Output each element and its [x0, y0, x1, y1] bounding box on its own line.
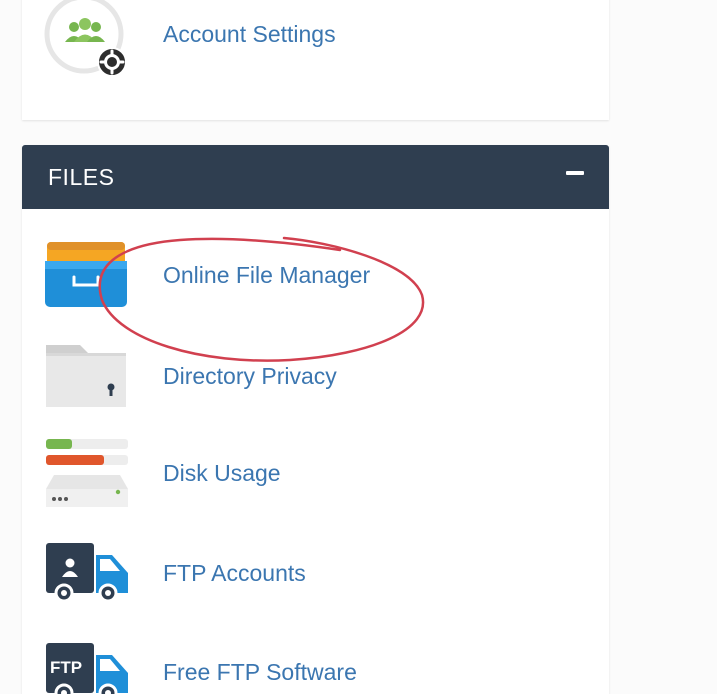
collapse-button[interactable]	[562, 163, 588, 189]
minus-icon	[566, 171, 584, 175]
ftp-accounts-icon	[46, 543, 128, 603]
disk-usage-icon	[46, 439, 128, 507]
page: Account Settings FILES Online File Manag…	[0, 0, 717, 694]
account-settings-label: Account Settings	[163, 21, 336, 47]
file-manager-icon	[45, 242, 127, 307]
files-header: FILES	[22, 145, 609, 209]
account-settings-link[interactable]: Account Settings	[44, 0, 584, 86]
files-panel: FILES Online File Manager Directory Priv…	[22, 145, 609, 694]
directory-privacy-icon	[46, 345, 126, 407]
files-item-ftp-accounts[interactable]: FTP Accounts	[44, 537, 584, 609]
files-item-label: Free FTP Software	[163, 659, 357, 685]
files-item-directory-privacy[interactable]: Directory Privacy	[44, 339, 584, 411]
svg-text:FTP: FTP	[50, 658, 82, 677]
files-item-disk-usage[interactable]: Disk Usage	[44, 437, 584, 509]
free-ftp-software-icon: FTP	[46, 643, 128, 694]
account-settings-icon	[44, 0, 127, 77]
files-title: FILES	[48, 164, 115, 190]
files-item-label: Disk Usage	[163, 460, 281, 486]
files-item-free-ftp-software[interactable]: FTP Free FTP Software	[44, 637, 584, 694]
files-item-online-file-manager[interactable]: Online File Manager	[44, 237, 584, 309]
account-card: Account Settings	[22, 0, 609, 120]
files-item-label: FTP Accounts	[163, 560, 306, 586]
files-item-label: Online File Manager	[163, 262, 371, 288]
files-item-label: Directory Privacy	[163, 363, 337, 389]
